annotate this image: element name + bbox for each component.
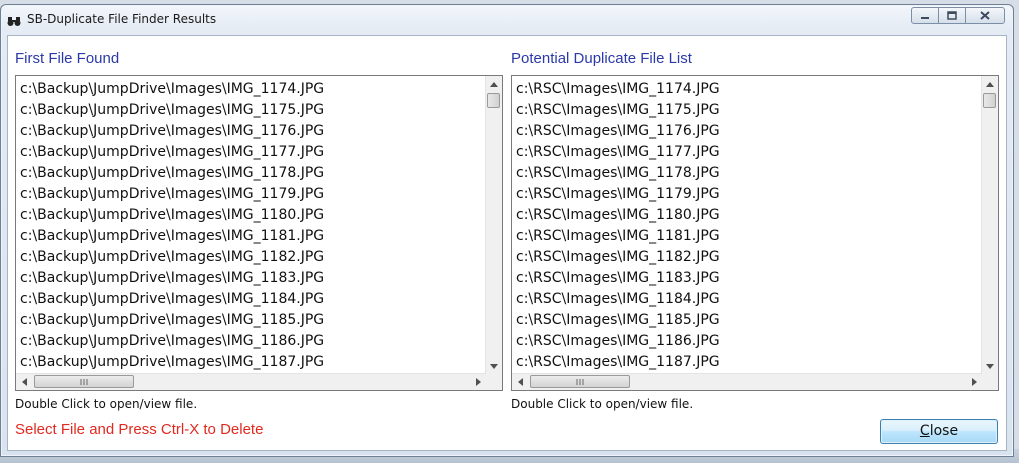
list-item[interactable]: c:\RSC\Images\IMG_1187.JPG [512, 352, 982, 373]
list-item[interactable]: c:\RSC\Images\IMG_1185.JPG [512, 310, 982, 331]
scroll-down-icon[interactable] [486, 358, 502, 374]
list-item[interactable]: c:\Backup\JumpDrive\Images\IMG_1186.JPG [16, 331, 486, 352]
window-title: SB-Duplicate File Finder Results [27, 12, 217, 26]
list-item[interactable]: c:\RSC\Images\IMG_1177.JPG [512, 142, 982, 163]
maximize-button[interactable] [938, 7, 966, 24]
title-bar[interactable]: SB-Duplicate File Finder Results [1, 5, 1013, 31]
list-item[interactable]: c:\RSC\Images\IMG_1186.JPG [512, 331, 982, 352]
scroll-up-icon[interactable] [982, 76, 998, 92]
first-file-label: First File Found [15, 50, 120, 67]
client-area: First File Found c:\Backup\JumpDrive\Ima… [7, 35, 1007, 451]
binoculars-icon [7, 12, 21, 26]
close-mnemonic: C [919, 423, 930, 439]
maximize-icon [947, 11, 957, 20]
list-item[interactable]: c:\RSC\Images\IMG_1180.JPG [512, 205, 982, 226]
duplicate-listbox[interactable]: c:\RSC\Images\IMG_1174.JPG c:\RSC\Images\… [511, 75, 999, 391]
scroll-right-icon[interactable] [470, 374, 486, 390]
horizontal-scrollbar[interactable] [16, 373, 486, 390]
minimize-icon [921, 16, 929, 19]
list-item[interactable]: c:\Backup\JumpDrive\Images\IMG_1185.JPG [16, 310, 486, 331]
list-item[interactable]: c:\Backup\JumpDrive\Images\IMG_1180.JPG [16, 205, 486, 226]
list-item[interactable]: c:\RSC\Images\IMG_1175.JPG [512, 100, 982, 121]
first-file-listbox[interactable]: c:\Backup\JumpDrive\Images\IMG_1174.JPG c… [15, 75, 503, 391]
scrollbar-thumb[interactable] [983, 93, 996, 108]
list-item[interactable]: c:\RSC\Images\IMG_1184.JPG [512, 289, 982, 310]
scrollbar-corner [486, 374, 502, 390]
scroll-down-icon[interactable] [982, 358, 998, 374]
first-file-list: c:\Backup\JumpDrive\Images\IMG_1174.JPG c… [16, 76, 486, 374]
scroll-left-icon[interactable] [512, 374, 528, 390]
horizontal-scrollbar[interactable] [512, 373, 982, 390]
list-item[interactable]: c:\RSC\Images\IMG_1178.JPG [512, 163, 982, 184]
minimize-button[interactable] [911, 7, 939, 24]
list-item[interactable]: c:\Backup\JumpDrive\Images\IMG_1176.JPG [16, 121, 486, 142]
list-item[interactable]: c:\Backup\JumpDrive\Images\IMG_1178.JPG [16, 163, 486, 184]
list-item[interactable]: c:\Backup\JumpDrive\Images\IMG_1182.JPG [16, 247, 486, 268]
close-label: lose [929, 423, 959, 439]
list-item[interactable]: c:\Backup\JumpDrive\Images\IMG_1174.JPG [16, 79, 486, 100]
close-button[interactable]: Close [880, 419, 998, 444]
scrollbar-corner [982, 374, 998, 390]
grip-icon [576, 378, 584, 385]
duplicate-list: c:\RSC\Images\IMG_1174.JPG c:\RSC\Images\… [512, 76, 982, 374]
scrollbar-thumb[interactable] [487, 93, 500, 108]
delete-instruction: Select File and Press Ctrl-X to Delete [15, 421, 264, 438]
results-window: SB-Duplicate File Finder Results First F… [0, 4, 1014, 457]
scroll-right-icon[interactable] [966, 374, 982, 390]
scroll-left-icon[interactable] [16, 374, 32, 390]
list-item[interactable]: c:\Backup\JumpDrive\Images\IMG_1184.JPG [16, 289, 486, 310]
scroll-up-icon[interactable] [486, 76, 502, 92]
close-icon [980, 11, 990, 20]
list-item[interactable]: c:\Backup\JumpDrive\Images\IMG_1183.JPG [16, 268, 486, 289]
vertical-scrollbar[interactable] [485, 76, 502, 374]
duplicate-list-label: Potential Duplicate File List [511, 50, 692, 67]
list-item[interactable]: c:\RSC\Images\IMG_1182.JPG [512, 247, 982, 268]
scrollbar-thumb[interactable] [530, 375, 630, 388]
list-item[interactable]: c:\Backup\JumpDrive\Images\IMG_1181.JPG [16, 226, 486, 247]
grip-icon [80, 378, 88, 385]
list-item[interactable]: c:\RSC\Images\IMG_1179.JPG [512, 184, 982, 205]
caption-buttons [911, 7, 1005, 25]
duplicate-list-hint: Double Click to open/view file. [511, 397, 694, 411]
close-window-button[interactable] [965, 7, 1005, 24]
list-item[interactable]: c:\RSC\Images\IMG_1174.JPG [512, 79, 982, 100]
list-item[interactable]: c:\RSC\Images\IMG_1176.JPG [512, 121, 982, 142]
list-item[interactable]: c:\RSC\Images\IMG_1181.JPG [512, 226, 982, 247]
list-item[interactable]: c:\Backup\JumpDrive\Images\IMG_1187.JPG [16, 352, 486, 373]
list-item[interactable]: c:\RSC\Images\IMG_1183.JPG [512, 268, 982, 289]
list-item[interactable]: c:\Backup\JumpDrive\Images\IMG_1179.JPG [16, 184, 486, 205]
list-item[interactable]: c:\Backup\JumpDrive\Images\IMG_1175.JPG [16, 100, 486, 121]
first-file-hint: Double Click to open/view file. [15, 397, 198, 411]
vertical-scrollbar[interactable] [981, 76, 998, 374]
scrollbar-thumb[interactable] [34, 375, 134, 388]
list-item[interactable]: c:\Backup\JumpDrive\Images\IMG_1177.JPG [16, 142, 486, 163]
